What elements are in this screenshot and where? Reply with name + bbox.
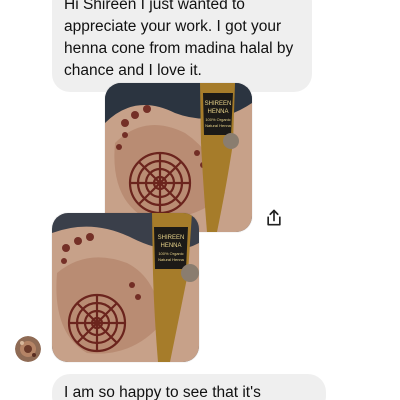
chat-thread: Hi Shireen I just wanted to appreciate y…	[0, 0, 400, 400]
cone-label-line: 100% Organic	[158, 251, 183, 256]
cone-label-line: Natural Henna	[158, 257, 185, 262]
message-bubble-reply[interactable]: I am so happy to see that it's	[52, 374, 326, 400]
henna-hand-photo-1[interactable]: SHIREEN HENNA 100% Organic Natural Henna	[105, 83, 252, 232]
cone-label-line: SHIREEN	[158, 235, 185, 241]
message-bubble-incoming[interactable]: Hi Shireen I just wanted to appreciate y…	[52, 0, 312, 92]
cone-label-line: 100% Organic	[205, 117, 230, 122]
avatar-image	[15, 336, 41, 362]
message-text: Hi Shireen I just wanted to appreciate y…	[64, 0, 294, 79]
cone-label-line: HENNA	[160, 243, 181, 249]
avatar[interactable]	[15, 336, 41, 362]
henna-hand-photo-2[interactable]: SHIREEN HENNA 100% Organic Natural Henna	[52, 213, 199, 362]
cone-label-line: Natural Henna	[205, 123, 232, 128]
share-button[interactable]	[262, 206, 286, 230]
cone-label-line: HENNA	[207, 109, 228, 115]
share-icon	[267, 209, 281, 226]
message-text: I am so happy to see that it's	[64, 384, 261, 400]
cone-label-line: SHIREEN	[205, 101, 232, 107]
